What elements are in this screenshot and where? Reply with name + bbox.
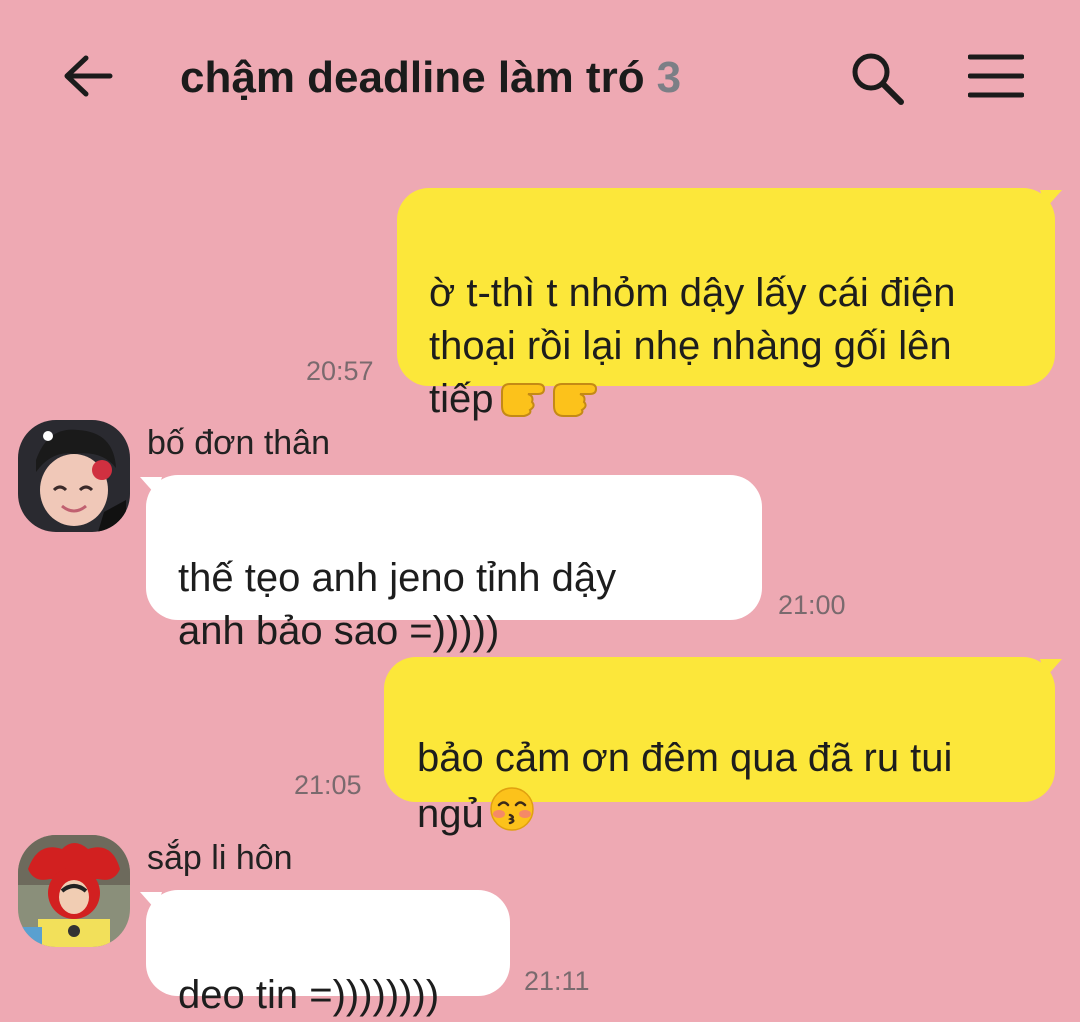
member-count: 3 (656, 53, 682, 102)
message-bubble[interactable]: ờ t-thì t nhỏm dậy lấy cái điện thoại rồ… (397, 188, 1055, 421)
chat-title: chậm deadline làm tró 3 (180, 48, 681, 108)
arrow-left-icon (64, 55, 113, 97)
back-button[interactable] (58, 48, 118, 104)
bubble-tail (140, 892, 162, 910)
kissing-face-with-smiling-eyes-icon (488, 785, 536, 847)
message-time: 20:57 (306, 356, 374, 386)
message-text: deo tin =)))))))) (178, 973, 440, 1017)
chat-header: chậm deadline làm tró 3 (0, 0, 1080, 150)
message-text: thế tẹo anh jeno tỉnh dậy anh bảo sao =)… (178, 556, 617, 653)
hamburger-menu-icon (968, 54, 1024, 98)
message-time: 21:05 (294, 770, 362, 800)
chat-title-text: chậm deadline làm tró (180, 53, 645, 102)
bubble-tail (1040, 190, 1062, 208)
message-bubble[interactable]: bảo cảm ơn đêm qua đã ru tui ngủ (384, 657, 1055, 836)
search-button[interactable] (845, 46, 909, 110)
avatar[interactable] (18, 420, 130, 532)
search-icon (852, 53, 904, 105)
bubble-tail (1040, 659, 1062, 677)
message-time: 21:11 (524, 966, 590, 996)
message-bubble[interactable]: thế tẹo anh jeno tỉnh dậy anh bảo sao =)… (146, 475, 762, 653)
sender-name: sắp li hôn (147, 839, 293, 877)
sender-name: bố đơn thân (147, 424, 330, 462)
message-time: 21:00 (778, 590, 846, 620)
backhand-index-pointing-right-icon (498, 374, 598, 432)
avatar[interactable] (18, 835, 130, 947)
bubble-tail (140, 477, 162, 495)
menu-button[interactable] (962, 48, 1030, 104)
message-bubble[interactable]: deo tin =)))))))) (146, 890, 510, 1017)
